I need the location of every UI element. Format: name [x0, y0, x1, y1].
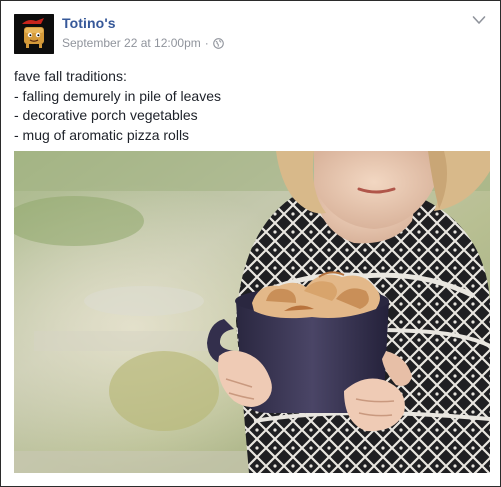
post-text-line: - decorative porch vegetables	[14, 107, 198, 123]
post-meta: September 22 at 12:00pm ·	[62, 36, 224, 50]
totinos-logo-icon	[14, 14, 54, 54]
page-avatar[interactable]	[14, 14, 54, 54]
post-text-line: - falling demurely in pile of leaves	[14, 87, 221, 104]
chevron-down-icon[interactable]	[472, 15, 486, 25]
post-text-line: - mug of aromatic pizza rolls	[14, 126, 190, 143]
post-photo[interactable]	[14, 151, 490, 473]
post-card: Totino's September 22 at 12:00pm · fave …	[0, 0, 501, 487]
post-timestamp-link[interactable]: September 22 at 12:00pm	[62, 36, 201, 50]
page-name-link[interactable]: Totino's	[62, 15, 116, 31]
post-text: fave fall traditions: - falling demurely…	[14, 67, 221, 145]
globe-icon[interactable]	[212, 37, 224, 49]
meta-separator: ·	[204, 36, 209, 50]
post-text-line: fave fall traditions:	[14, 68, 127, 84]
photo-pizza-rolls-mug	[14, 151, 490, 473]
